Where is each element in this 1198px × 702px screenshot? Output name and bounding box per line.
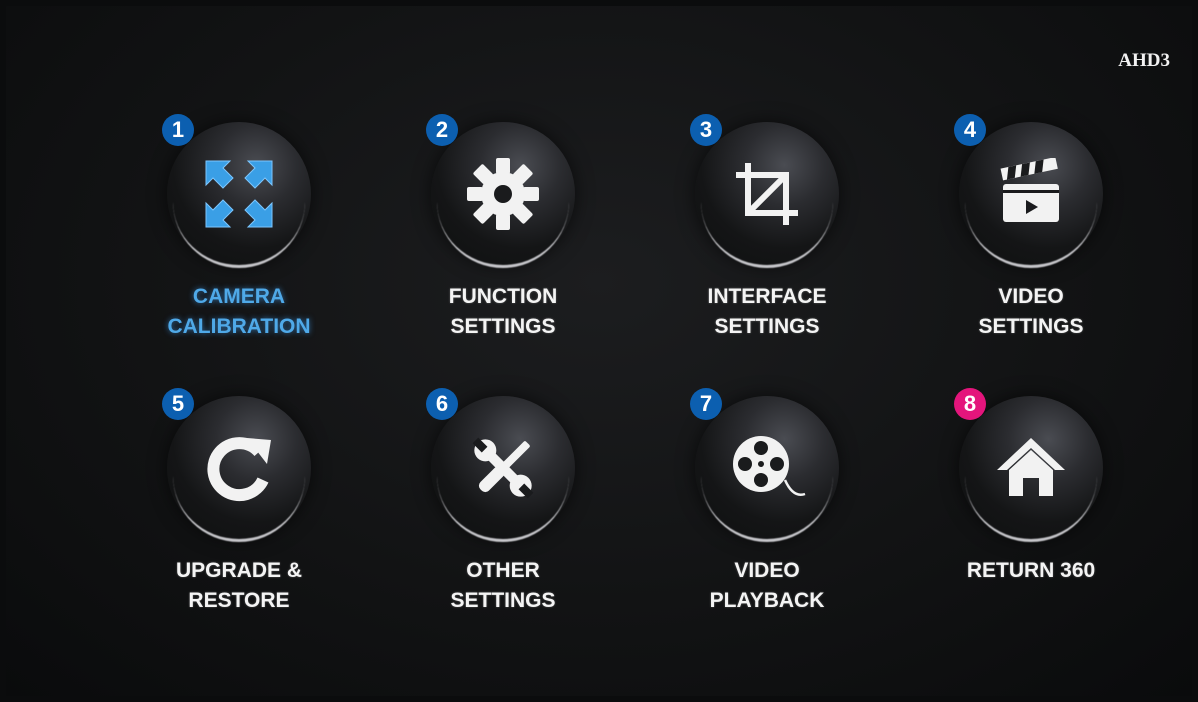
badge-number: 6 (426, 388, 458, 420)
label-line-1: RETURN 360 (966, 559, 1096, 582)
menu-camera-calibration[interactable]: 1 CAMERA CALIBRATION (124, 114, 354, 354)
menu-label: FUNCTION SETTINGS (388, 282, 618, 342)
icon-orb (959, 396, 1103, 540)
icon-orb (431, 122, 575, 266)
icon-orb (167, 396, 311, 540)
badge-number: 3 (690, 114, 722, 146)
label-line-1: UPGRADE & (175, 559, 302, 582)
label-line-1: VIDEO (734, 559, 800, 582)
calibration-arrows-icon (197, 152, 281, 236)
label-line-2: SETTINGS (450, 315, 556, 338)
film-reel-icon (725, 426, 809, 510)
display-screen: AHD3 1 CAMERA CALIBRATION 2 FUNCTION SET… (6, 6, 1192, 696)
menu-other-settings[interactable]: 6 OTHER SETTINGS (388, 388, 618, 628)
menu-video-settings[interactable]: 4 VIDEO SETTINGS (916, 114, 1146, 354)
menu-function-settings[interactable]: 2 FUNCTION SETTINGS (388, 114, 618, 354)
refresh-icon (197, 426, 281, 510)
clapperboard-icon (989, 152, 1073, 236)
menu-label: VIDEO PLAYBACK (652, 556, 882, 616)
label-line-2: RESTORE (188, 589, 290, 612)
label-line-2: SETTINGS (978, 315, 1084, 338)
label-line-2: PLAYBACK (709, 589, 825, 612)
menu-return-360[interactable]: 8 RETURN 360 (916, 388, 1146, 628)
icon-orb (167, 122, 311, 266)
badge-number: 7 (690, 388, 722, 420)
menu-upgrade-restore[interactable]: 5 UPGRADE & RESTORE (124, 388, 354, 628)
label-line-1: INTERFACE (707, 285, 827, 308)
menu-label: VIDEO SETTINGS (916, 282, 1146, 342)
menu-label: OTHER SETTINGS (388, 556, 618, 616)
crop-icon (725, 152, 809, 236)
label-line-1: OTHER (466, 559, 540, 582)
gear-icon (461, 152, 545, 236)
badge-number: 1 (162, 114, 194, 146)
icon-orb (431, 396, 575, 540)
label-line-1: CAMERA (192, 285, 286, 308)
label-line-1: FUNCTION (448, 285, 558, 308)
badge-number: 5 (162, 388, 194, 420)
label-line-1: VIDEO (998, 285, 1064, 308)
home-icon (989, 426, 1073, 510)
menu-video-playback[interactable]: 7 VIDEO PLAYBACK (652, 388, 882, 628)
tools-icon (461, 426, 545, 510)
icon-orb (695, 122, 839, 266)
menu-label: RETURN 360 (916, 556, 1146, 586)
icon-orb (695, 396, 839, 540)
menu-interface-settings[interactable]: 3 INTERFACE SETTINGS (652, 114, 882, 354)
menu-label: UPGRADE & RESTORE (124, 556, 354, 616)
badge-number: 4 (954, 114, 986, 146)
badge-number: 8 (954, 388, 986, 420)
source-label: AHD3 (1118, 50, 1170, 71)
menu-label: CAMERA CALIBRATION (124, 282, 354, 342)
badge-number: 2 (426, 114, 458, 146)
label-line-2: CALIBRATION (167, 315, 311, 338)
menu-label: INTERFACE SETTINGS (652, 282, 882, 342)
label-line-2: SETTINGS (450, 589, 556, 612)
icon-orb (959, 122, 1103, 266)
label-line-2: SETTINGS (714, 315, 820, 338)
